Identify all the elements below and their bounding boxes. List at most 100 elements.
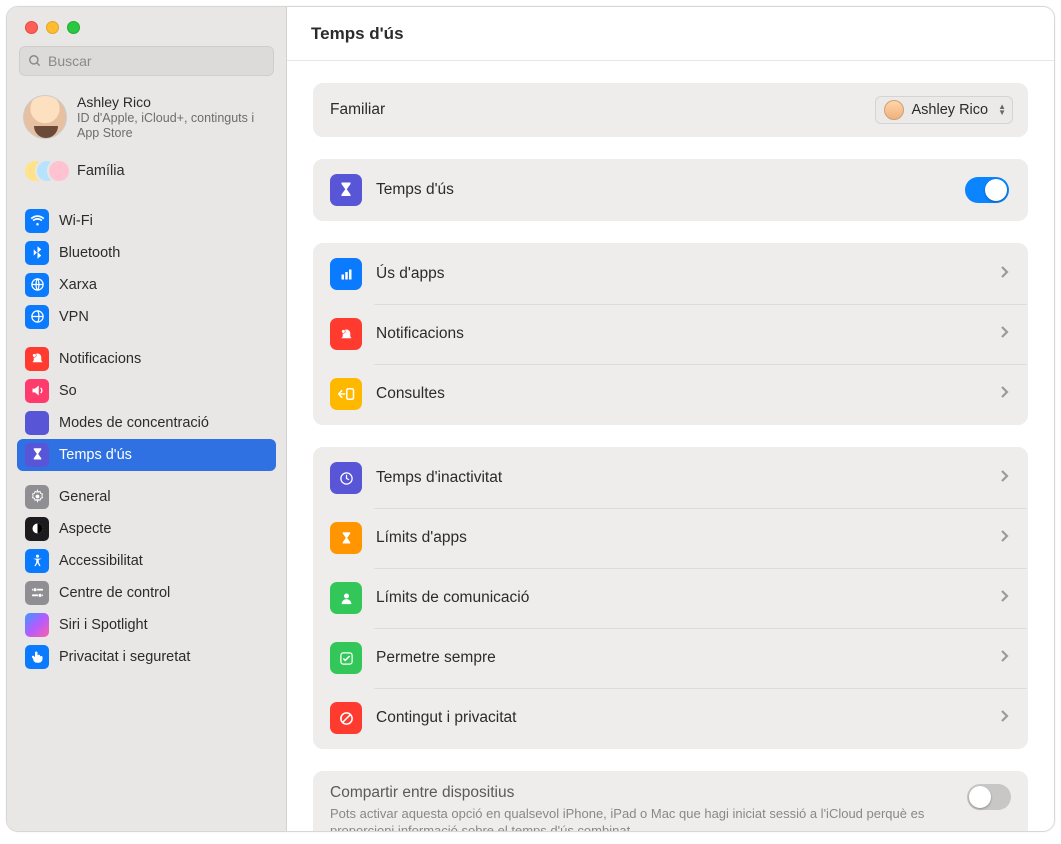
sidebar: Buscar Ashley Rico ID d'Apple, iCloud+, …: [7, 7, 287, 831]
sidebar-item-label: Temps d'ús: [59, 447, 132, 463]
share-title: Compartir entre dispositius: [330, 784, 953, 802]
vpn-icon: [25, 305, 49, 329]
share-devices-card: Compartir entre dispositius Pots activar…: [313, 771, 1028, 831]
aspect-icon: [25, 517, 49, 541]
sidebar-item-siri-i-spotlight[interactable]: Siri i Spotlight: [17, 609, 276, 641]
selected-person-name: Ashley Rico: [912, 102, 989, 118]
screen-time-toggle[interactable]: [965, 177, 1009, 203]
bell-icon: [330, 318, 362, 350]
sidebar-item-vpn[interactable]: VPN: [17, 301, 276, 333]
sidebar-item-label: General: [59, 489, 111, 505]
chevron-right-icon: [1000, 469, 1009, 488]
apple-id-account[interactable]: Ashley Rico ID d'Apple, iCloud+, conting…: [17, 90, 276, 151]
sidebar-item-centre-de-control[interactable]: Centre de control: [17, 577, 276, 609]
account-name: Ashley Rico: [77, 94, 270, 111]
sidebar-item-xarxa[interactable]: Xarxa: [17, 269, 276, 301]
sidebar-item-label: Bluetooth: [59, 245, 120, 261]
page-title: Temps d'ús: [311, 24, 404, 44]
sidebar-item-accessibilitat[interactable]: Accessibilitat: [17, 545, 276, 577]
row-label: Consultes: [376, 385, 1000, 403]
sidebar-item-label: Siri i Spotlight: [59, 617, 148, 633]
content-scroll[interactable]: Familiar Ashley Rico ▲▼ Temps d'ús: [287, 61, 1054, 831]
sidebar-item-label: Privacitat i seguretat: [59, 649, 190, 665]
updown-icon: ▲▼: [998, 104, 1006, 116]
limits-card: Temps d'inactivitat Límits d'apps Límits d…: [313, 447, 1028, 749]
sidebar-item-temps-d-s[interactable]: Temps d'ús: [17, 439, 276, 471]
row-l-mits-d-apps[interactable]: Límits d'apps: [314, 508, 1027, 568]
sidebar-item-privacitat-i-seguretat[interactable]: Privacitat i seguretat: [17, 641, 276, 673]
row-label: Límits de comunicació: [376, 589, 1000, 607]
sidebar-item-notificacions[interactable]: Notificacions: [17, 343, 276, 375]
sidebar-item-label: Xarxa: [59, 277, 97, 293]
sidebar-item-family[interactable]: Família: [17, 151, 276, 195]
close-window-button[interactable]: [25, 21, 38, 34]
chevron-right-icon: [1000, 529, 1009, 548]
sidebar-item-label: VPN: [59, 309, 89, 325]
reports-card: Ús d'apps Notificacions Consultes: [313, 243, 1028, 425]
sidebar-item-label: Wi-Fi: [59, 213, 93, 229]
check-icon: [330, 642, 362, 674]
clock-icon: [330, 462, 362, 494]
share-devices-toggle[interactable]: [967, 784, 1011, 810]
person-icon: [330, 582, 362, 614]
screen-time-toggle-card: Temps d'ús: [313, 159, 1028, 221]
settings-window: Buscar Ashley Rico ID d'Apple, iCloud+, …: [6, 6, 1055, 832]
row-temps-d-inactivitat[interactable]: Temps d'inactivitat: [314, 448, 1027, 508]
row-notificacions[interactable]: Notificacions: [314, 304, 1027, 364]
sidebar-item-label: Aspecte: [59, 521, 111, 537]
chevron-right-icon: [1000, 385, 1009, 404]
moon-icon: [25, 411, 49, 435]
chevron-right-icon: [1000, 265, 1009, 284]
sidebar-item-label: Modes de concentració: [59, 415, 209, 431]
sidebar-item-label: Centre de control: [59, 585, 170, 601]
chevron-right-icon: [1000, 709, 1009, 728]
row-label: Límits d'apps: [376, 529, 1000, 547]
sidebar-item-wi-fi[interactable]: Wi-Fi: [17, 205, 276, 237]
row--s-d-apps[interactable]: Ús d'apps: [314, 244, 1027, 304]
chart-icon: [330, 258, 362, 290]
globe-icon: [25, 273, 49, 297]
mini-avatar: [884, 100, 904, 120]
row-label: Contingut i privacitat: [376, 709, 1000, 727]
sidebar-item-bluetooth[interactable]: Bluetooth: [17, 237, 276, 269]
bell-icon: [25, 347, 49, 371]
row-label: Ús d'apps: [376, 265, 1000, 283]
row-consultes[interactable]: Consultes: [314, 364, 1027, 424]
family-member-card: Familiar Ashley Rico ▲▼: [313, 83, 1028, 137]
sidebar-item-label: Accessibilitat: [59, 553, 143, 569]
search-placeholder: Buscar: [48, 53, 92, 69]
hourglass-icon: [330, 174, 362, 206]
pickup-icon: [330, 378, 362, 410]
sidebar-item-general[interactable]: General: [17, 481, 276, 513]
page-header: Temps d'ús: [287, 7, 1054, 61]
family-icon: [23, 157, 67, 185]
hourglass-icon: [330, 522, 362, 554]
chevron-right-icon: [1000, 325, 1009, 344]
screen-time-label: Temps d'ús: [376, 181, 965, 199]
bluetooth-icon: [25, 241, 49, 265]
sound-icon: [25, 379, 49, 403]
row-contingut-i-privacitat[interactable]: Contingut i privacitat: [314, 688, 1027, 748]
fullscreen-window-button[interactable]: [67, 21, 80, 34]
share-subtitle: Pots activar aquesta opció en qualsevol …: [330, 806, 953, 831]
main-panel: Temps d'ús Familiar Ashley Rico ▲▼: [287, 7, 1054, 831]
family-label: Família: [77, 163, 125, 179]
sidebar-item-so[interactable]: So: [17, 375, 276, 407]
access-icon: [25, 549, 49, 573]
row-l-mits-de-comunicaci-[interactable]: Límits de comunicació: [314, 568, 1027, 628]
siri-icon: [25, 613, 49, 637]
hourglass-icon: [25, 443, 49, 467]
row-label: Permetre sempre: [376, 649, 1000, 667]
row-permetre-sempre[interactable]: Permetre sempre: [314, 628, 1027, 688]
sidebar-item-modes-de-concentraci-[interactable]: Modes de concentració: [17, 407, 276, 439]
sliders-icon: [25, 581, 49, 605]
user-avatar: [23, 95, 67, 139]
search-icon: [28, 54, 42, 68]
account-subtitle: ID d'Apple, iCloud+, continguts i App St…: [77, 111, 270, 141]
sidebar-item-aspecte[interactable]: Aspecte: [17, 513, 276, 545]
family-member-select[interactable]: Ashley Rico ▲▼: [875, 96, 1013, 124]
search-input[interactable]: Buscar: [19, 46, 274, 76]
hand-icon: [25, 645, 49, 669]
minimize-window-button[interactable]: [46, 21, 59, 34]
chevron-right-icon: [1000, 649, 1009, 668]
